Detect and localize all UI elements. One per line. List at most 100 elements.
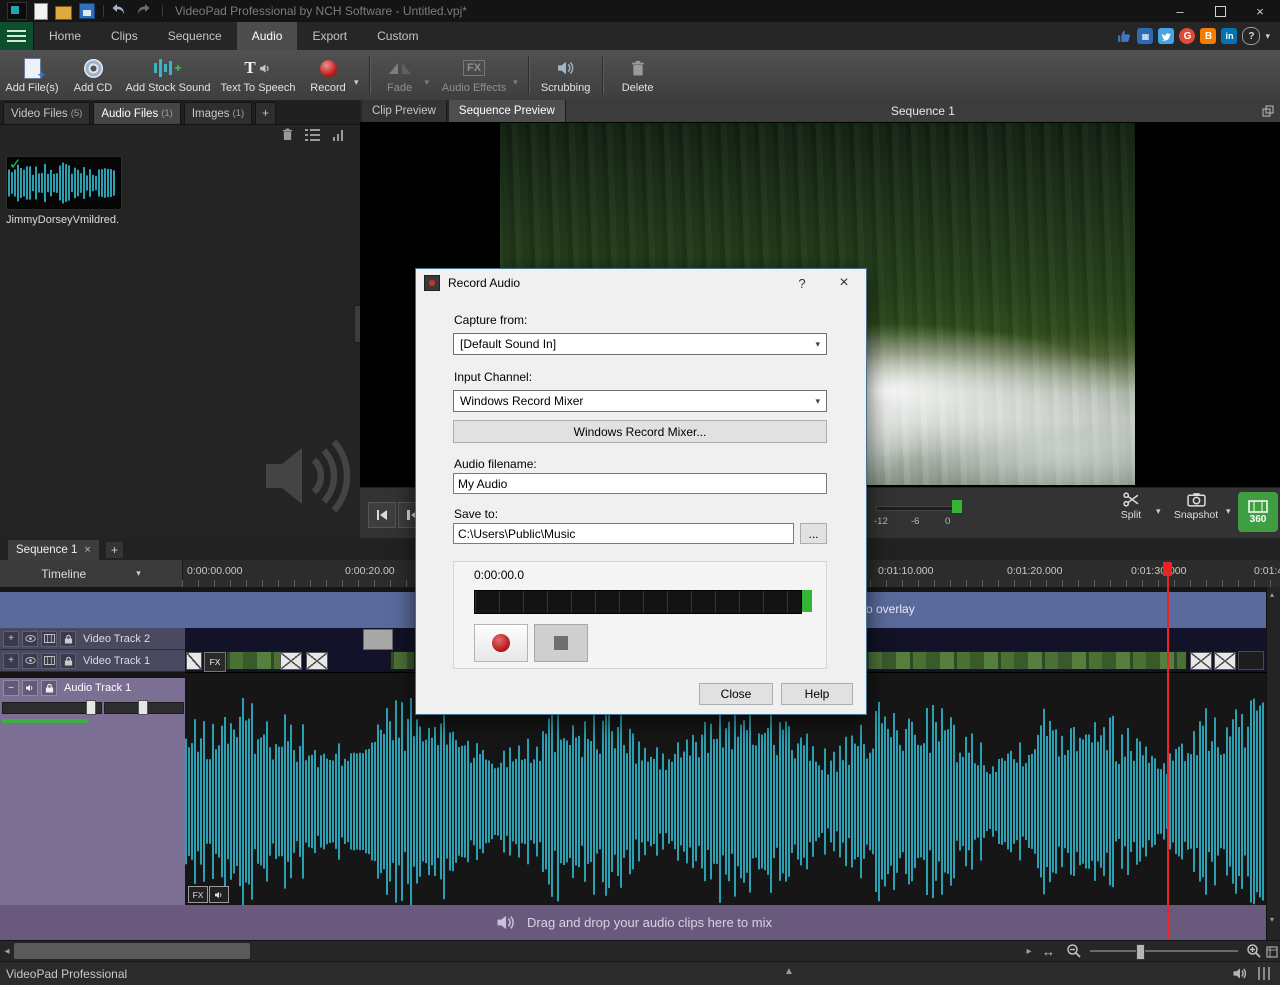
dialog-help-action-button[interactable]: Help <box>781 683 853 705</box>
audio-drop-zone[interactable]: Drag and drop your audio clips here to m… <box>0 905 1267 940</box>
track-visibility-icon[interactable] <box>22 631 38 647</box>
main-menu-button[interactable] <box>0 22 34 50</box>
tab-audio[interactable]: Audio <box>237 22 298 50</box>
tab-sequence-preview[interactable]: Sequence Preview <box>449 100 566 122</box>
linkedin-icon[interactable]: in <box>1221 28 1237 44</box>
collapse-track-icon[interactable]: − <box>3 680 19 696</box>
track-lock-icon[interactable] <box>60 631 76 647</box>
audio-effects-dropdown-icon[interactable]: ▾ <box>513 77 518 88</box>
text-to-speech-button[interactable]: T Text To Speech <box>214 50 302 100</box>
audio-clip-card[interactable]: ✓ JimmyDorseyVmildred... <box>6 156 120 226</box>
track-lock-icon[interactable] <box>60 653 76 669</box>
tab-sequence[interactable]: Sequence <box>153 22 237 50</box>
stop-record-button[interactable] <box>534 624 588 662</box>
clip-fx-badge[interactable]: FX <box>188 886 208 903</box>
track-mute-icon[interactable] <box>22 680 38 696</box>
sequence-tab[interactable]: Sequence 1 × <box>8 540 99 560</box>
transition-clip[interactable] <box>280 652 302 670</box>
fade-dropdown-icon[interactable]: ▾ <box>425 77 430 88</box>
track-thumbnails-icon[interactable] <box>41 631 57 647</box>
list-view-icon[interactable] <box>305 128 320 146</box>
zoom-slider-handle[interactable] <box>1136 944 1145 960</box>
track-lock-icon[interactable] <box>41 680 57 696</box>
scrollbar-thumb[interactable] <box>14 943 250 959</box>
volume-slider-handle[interactable] <box>86 700 96 715</box>
add-files-button[interactable]: + Add File(s) <box>0 50 64 100</box>
maximize-button[interactable] <box>1200 0 1240 22</box>
dialog-help-button[interactable]: ? <box>782 269 822 297</box>
clip-fx-chip[interactable]: FX <box>204 652 226 672</box>
video-360-button[interactable]: 360 <box>1238 492 1278 532</box>
scroll-down-icon[interactable]: ▾ <box>1270 915 1274 924</box>
open-project-icon[interactable] <box>55 6 72 20</box>
audio-filename-input[interactable] <box>453 473 827 494</box>
float-preview-icon[interactable] <box>1262 105 1274 120</box>
split-dropdown-icon[interactable]: ▾ <box>1156 506 1161 517</box>
volume-meter-track[interactable] <box>876 506 954 511</box>
tab-audio-files[interactable]: Audio Files(1) <box>93 102 181 124</box>
input-channel-select[interactable]: Windows Record Mixer ▾ <box>453 390 827 412</box>
fit-timeline-icon[interactable]: ↔ <box>1042 944 1055 959</box>
delete-button[interactable]: Delete <box>608 50 668 100</box>
track-visibility-icon[interactable] <box>22 653 38 669</box>
scroll-up-icon[interactable]: ▴ <box>1270 590 1274 599</box>
clip-tool-chip[interactable] <box>186 652 202 670</box>
video-clip[interactable] <box>865 651 1187 670</box>
zoom-slider[interactable] <box>1090 950 1238 952</box>
tracks-scrollbar[interactable]: ▴ ▾ <box>1266 587 1280 940</box>
clip[interactable] <box>363 629 393 650</box>
tab-home[interactable]: Home <box>34 22 96 50</box>
video-clip[interactable] <box>390 651 415 670</box>
start-record-button[interactable] <box>474 624 528 662</box>
save-project-icon[interactable] <box>79 3 95 19</box>
audio-track-1-header[interactable]: − Audio Track 1 <box>0 678 185 698</box>
transition-clip[interactable] <box>1190 652 1212 670</box>
split-button[interactable]: Split <box>1108 492 1154 521</box>
sequence-tab-close-icon[interactable]: × <box>84 544 90 556</box>
timeline-view-dropdown-icon[interactable]: ▾ <box>136 568 141 579</box>
transition-clip[interactable] <box>306 652 328 670</box>
sort-options-icon[interactable] <box>332 128 346 146</box>
minimize-button[interactable]: – <box>1160 0 1200 22</box>
add-track-icon[interactable]: + <box>3 631 19 647</box>
tab-clip-preview[interactable]: Clip Preview <box>362 100 447 122</box>
redo-icon[interactable] <box>136 3 154 19</box>
tab-custom[interactable]: Custom <box>362 22 433 50</box>
browse-button[interactable]: ... <box>800 523 827 544</box>
record-dropdown-icon[interactable]: ▾ <box>354 77 359 88</box>
new-project-icon[interactable] <box>34 3 48 20</box>
delete-clip-icon[interactable] <box>282 128 293 146</box>
audio-effects-button[interactable]: FX Audio Effects <box>435 50 513 100</box>
twitter-icon[interactable] <box>1158 28 1174 44</box>
scroll-left-icon[interactable]: ◂ <box>0 941 14 962</box>
tab-clips[interactable]: Clips <box>96 22 153 50</box>
capture-from-select[interactable]: [Default Sound In] ▾ <box>453 333 827 355</box>
video-track-2-header[interactable]: + Video Track 2 <box>0 628 185 650</box>
add-sequence-button[interactable]: + <box>106 542 123 558</box>
googleplus-icon[interactable]: G <box>1179 28 1195 44</box>
save-to-input[interactable] <box>453 523 794 544</box>
close-button[interactable]: × <box>1240 0 1280 22</box>
tab-export[interactable]: Export <box>297 22 362 50</box>
audio-clip-waveform[interactable] <box>185 698 1267 905</box>
add-stock-sound-button[interactable]: + Add Stock Sound <box>122 50 214 100</box>
fade-button[interactable]: Fade <box>375 50 425 100</box>
go-to-start-button[interactable] <box>368 502 396 528</box>
video-clip[interactable] <box>226 651 284 670</box>
video-track-1-header[interactable]: + Video Track 1 <box>0 650 185 672</box>
video-clip-dark[interactable] <box>1238 651 1264 670</box>
dialog-close-button[interactable]: × <box>824 269 864 297</box>
add-bin-tab-button[interactable]: + <box>255 102 276 124</box>
like-icon[interactable] <box>1116 28 1132 44</box>
undo-icon[interactable] <box>111 3 129 19</box>
blog-icon[interactable]: B <box>1200 28 1216 44</box>
timeline-view-selector[interactable]: Timeline ▾ <box>0 560 183 587</box>
scrubbing-button[interactable]: Scrubbing <box>534 50 598 100</box>
record-button[interactable]: Record <box>302 50 354 100</box>
clip-audio-badge[interactable] <box>209 886 229 903</box>
windows-record-mixer-button[interactable]: Windows Record Mixer... <box>453 420 827 443</box>
resize-grip[interactable] <box>1258 967 1270 980</box>
snapshot-dropdown-icon[interactable]: ▾ <box>1226 506 1231 517</box>
scroll-right-icon[interactable]: ▸ <box>1022 941 1036 962</box>
transition-clip[interactable] <box>1214 652 1236 670</box>
